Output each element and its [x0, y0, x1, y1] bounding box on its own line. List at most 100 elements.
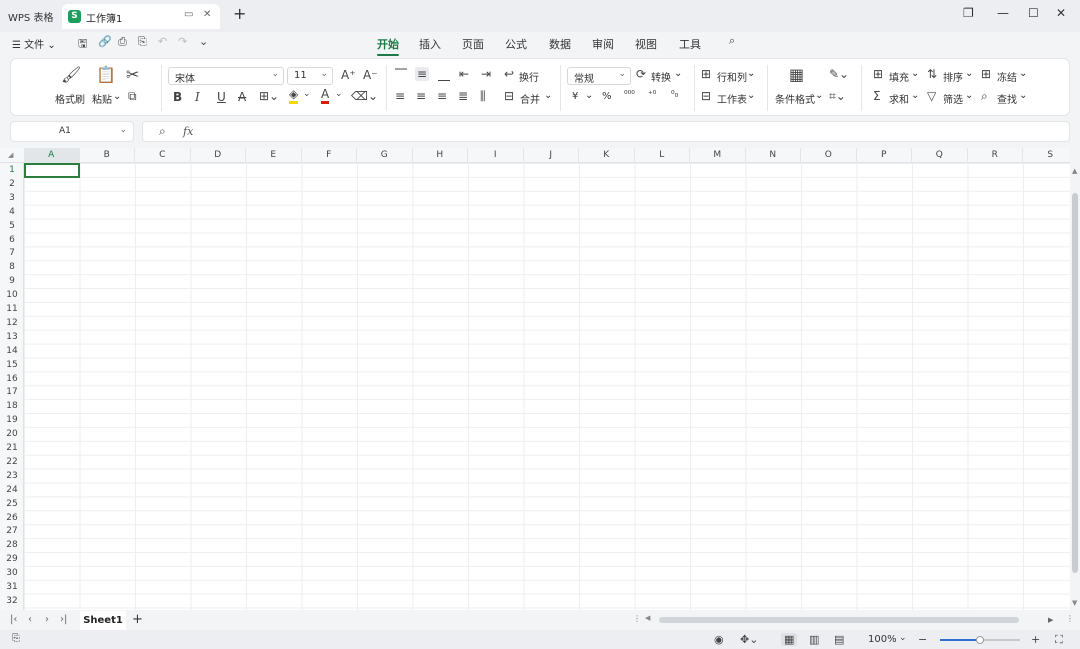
tab-home[interactable]: 开始 [377, 36, 399, 56]
row-header[interactable]: 7 [0, 246, 24, 260]
tab-tools[interactable]: 工具 [679, 36, 701, 52]
formula-bar[interactable]: ⌕ fx [142, 121, 1070, 142]
chevron-down-icon[interactable]: ⌄ [674, 68, 682, 79]
chevron-down-icon[interactable]: ⌄ [1019, 68, 1027, 79]
rows-columns-icon[interactable]: ⊞ [701, 67, 711, 81]
tab-view[interactable]: 视图 [635, 36, 657, 52]
chevron-down-icon[interactable]: ⌄ [544, 90, 552, 101]
sort-label[interactable]: 排序 [943, 69, 963, 84]
undo-icon[interactable]: ↶ [158, 35, 167, 48]
column-header[interactable]: N [746, 148, 801, 163]
wrap-text-label[interactable]: 换行 [519, 69, 539, 84]
decrease-indent-icon[interactable]: ⇤ [459, 67, 469, 81]
zoom-slider-handle[interactable] [976, 636, 984, 644]
macro-record-icon[interactable]: ⎘ [12, 633, 20, 644]
search-icon[interactable]: ⌕ [729, 34, 735, 48]
scroll-left-icon[interactable]: ◀ [645, 614, 650, 622]
currency-button[interactable]: ¥ [572, 91, 578, 102]
filter-label[interactable]: 筛选 [943, 91, 963, 106]
row-header[interactable]: 4 [0, 205, 24, 219]
fullscreen-icon[interactable]: ⛶ [1055, 633, 1063, 647]
chevron-down-icon[interactable]: ⌄ [911, 68, 919, 79]
paste-icon[interactable]: 📋 [96, 65, 116, 84]
chevron-down-icon[interactable]: ⌄ [335, 89, 343, 99]
row-header[interactable]: 13 [0, 330, 24, 344]
zoom-search-icon[interactable]: ⌕ [159, 124, 166, 139]
row-header[interactable]: 1 [0, 163, 24, 177]
decrease-font-icon[interactable]: A⁻ [363, 68, 378, 82]
first-sheet-icon[interactable]: |‹ [10, 614, 17, 625]
chevron-down-icon[interactable]: ⌄ [747, 90, 755, 101]
find-label[interactable]: 查找 [997, 91, 1017, 106]
tab-close-icon[interactable]: ✕ [203, 9, 211, 20]
eye-protection-icon[interactable]: ◉ [714, 633, 724, 646]
bold-button[interactable]: B [173, 90, 182, 104]
normal-view-icon[interactable]: ▦ [781, 633, 798, 646]
convert-label[interactable]: 转换 [651, 69, 671, 84]
column-header[interactable]: M [690, 148, 746, 163]
row-header[interactable]: 19 [0, 413, 24, 427]
select-all-icon[interactable]: ◢ [8, 151, 13, 159]
horizontal-scrollbar[interactable]: ◀ [645, 614, 1045, 624]
wrap-text-icon[interactable]: ↩ [504, 67, 514, 81]
row-header[interactable]: 16 [0, 372, 24, 386]
rows-columns-label[interactable]: 行和列 [717, 69, 747, 84]
fill-label[interactable]: 填充 [889, 69, 909, 84]
print-preview-icon[interactable]: ⎘ [138, 35, 147, 49]
close-button[interactable]: ✕ [1056, 6, 1066, 20]
row-header[interactable]: 20 [0, 427, 24, 441]
tab-data[interactable]: 数据 [549, 36, 571, 52]
align-center-icon[interactable]: ≡ [416, 89, 426, 103]
column-header[interactable]: A [24, 148, 80, 163]
row-header[interactable]: 8 [0, 260, 24, 274]
row-header[interactable]: 22 [0, 455, 24, 469]
file-menu[interactable]: ☰ 文件 ⌄ [12, 36, 56, 51]
row-header[interactable]: 28 [0, 538, 24, 552]
document-tab[interactable]: S 工作簿1 ▭ ✕ [62, 4, 220, 29]
column-header[interactable]: L [635, 148, 690, 163]
row-header[interactable]: 21 [0, 441, 24, 455]
convert-icon[interactable]: ⟳ [636, 67, 646, 81]
column-header[interactable]: C [135, 148, 191, 163]
row-header[interactable]: 32 [0, 594, 24, 608]
row-header[interactable]: 18 [0, 399, 24, 413]
row-header[interactable]: 12 [0, 316, 24, 330]
filter-icon[interactable]: ▽ [927, 89, 936, 103]
vertical-scrollbar[interactable]: ▲ ▼ [1070, 163, 1080, 610]
prev-sheet-icon[interactable]: ‹ [28, 614, 32, 625]
column-header[interactable]: Q [912, 148, 968, 163]
freeze-icon[interactable]: ⊞ [981, 67, 991, 81]
column-header[interactable]: K [579, 148, 635, 163]
increase-decimal-icon[interactable]: ⁺⁰ [648, 90, 656, 100]
underline-button[interactable]: U [217, 90, 226, 104]
new-tab-button[interactable]: + [233, 4, 246, 23]
copy-icon[interactable]: ⧉ [128, 89, 137, 104]
paste-chevron-icon[interactable]: ⌄ [113, 91, 121, 102]
row-header[interactable]: 31 [0, 580, 24, 594]
scroll-right-icon[interactable]: ▶ [1048, 616, 1053, 624]
cut-icon[interactable]: ✂ [126, 65, 139, 84]
page-layout-view-icon[interactable]: ▥ [809, 633, 819, 646]
scroll-down-icon[interactable]: ▼ [1072, 599, 1077, 607]
column-header[interactable]: D [191, 148, 246, 163]
increase-font-icon[interactable]: A⁺ [341, 68, 356, 82]
chevron-down-icon[interactable]: ⌄ [1019, 90, 1027, 101]
align-top-icon[interactable]: ⎺ [395, 67, 407, 82]
align-right-icon[interactable]: ≡ [437, 89, 447, 103]
sort-icon[interactable]: ⇅ [927, 67, 937, 81]
sheet-tab-sheet1[interactable]: Sheet1 [80, 611, 126, 630]
freeze-label[interactable]: 冻结 [997, 69, 1017, 84]
zoom-in-button[interactable]: + [1031, 633, 1040, 646]
zoom-slider[interactable] [940, 636, 1020, 644]
chevron-down-icon[interactable]: ⌄ [911, 90, 919, 101]
column-header[interactable]: I [468, 148, 524, 163]
align-bottom-icon[interactable]: ⎽ [438, 67, 450, 82]
number-format-select[interactable]: 常规 ⌄ [567, 67, 631, 85]
worksheet-label[interactable]: 工作表 [717, 91, 747, 106]
worksheet-icon[interactable]: ⊟ [701, 89, 711, 103]
row-header[interactable]: 27 [0, 524, 24, 538]
row-header[interactable]: 17 [0, 385, 24, 399]
decrease-decimal-icon[interactable]: ⁰₀ [671, 90, 678, 100]
chevron-down-icon[interactable]: ⌄ [965, 90, 973, 101]
column-header[interactable]: O [801, 148, 857, 163]
